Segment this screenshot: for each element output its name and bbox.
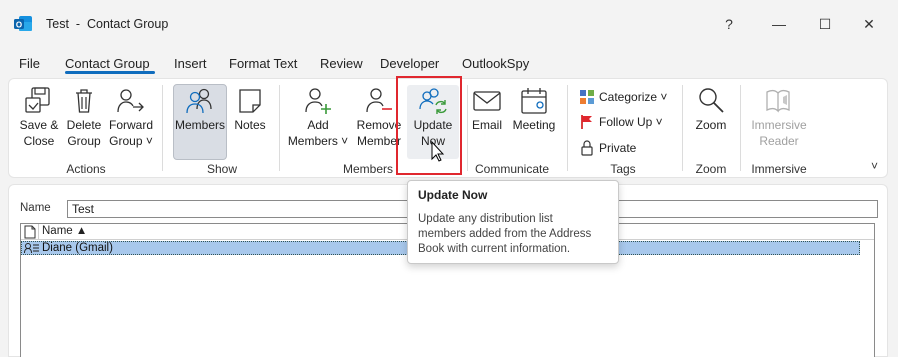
save-close-icon: [25, 87, 50, 113]
tab-format-text[interactable]: Format Text: [229, 56, 297, 71]
member-name: Diane (Gmail): [42, 242, 113, 254]
meeting-button[interactable]: Meeting: [509, 85, 559, 133]
tooltip-line-1: Update any distribution list: [418, 213, 553, 225]
group-label-members: Members: [343, 162, 394, 176]
group-label-show: Show: [206, 162, 238, 176]
name-column-header[interactable]: Name ▲: [42, 225, 87, 237]
immersive-reader-button[interactable]: Immersive Reader: [747, 85, 811, 149]
email-label: Email: [471, 118, 502, 132]
save-close-label-1: Save &: [19, 118, 59, 132]
tab-outlookspy[interactable]: OutlookSpy: [462, 56, 529, 71]
notes-button[interactable]: Notes: [229, 85, 271, 133]
window-title: Test - Contact Group: [46, 17, 169, 31]
email-button[interactable]: Email: [469, 85, 505, 133]
group-label-immersive: Immersive: [751, 162, 807, 176]
members-view-label: Members: [174, 118, 225, 132]
tab-developer[interactable]: Developer: [380, 56, 439, 71]
tab-review[interactable]: Review: [320, 56, 363, 71]
tooltip-line-2: members added from the Address: [418, 228, 592, 240]
notes-icon: [239, 89, 261, 113]
ribbon-separator: [567, 85, 568, 171]
zoom-label: Zoom: [695, 118, 727, 132]
forward-group-label-1: Forward: [108, 118, 153, 132]
follow-up-button[interactable]: Follow Up ˅: [579, 112, 663, 132]
ribbon-separator: [740, 85, 741, 171]
immersive-reader-label-1: Immersive: [751, 118, 807, 132]
maximize-button[interactable]: ☐: [813, 12, 837, 36]
mouse-pointer-icon: [431, 141, 445, 162]
categorize-button[interactable]: Categorize ˅: [579, 87, 667, 107]
active-tab-indicator: [65, 71, 155, 74]
tab-contact-group[interactable]: Contact Group: [65, 56, 150, 71]
flag-icon: [581, 115, 592, 129]
delete-group-label-1: Delete: [66, 118, 102, 132]
close-button[interactable]: ✕: [857, 12, 881, 36]
ribbon-collapse-button[interactable]: ˅: [871, 159, 878, 173]
add-members-label-2: Members ˅: [287, 134, 349, 148]
forward-group-label-2: Group ˅: [109, 134, 153, 148]
save-close-label-2: Close: [23, 134, 55, 148]
column-separator: [38, 224, 39, 240]
minimize-button[interactable]: —: [767, 12, 791, 36]
follow-up-label: Follow Up ˅: [599, 115, 663, 129]
save-close-button[interactable]: Save & Close: [15, 85, 63, 149]
add-members-label-1: Add: [307, 118, 329, 132]
ribbon-separator: [467, 85, 468, 171]
members-view-button[interactable]: Members: [173, 85, 227, 133]
meeting-icon: [521, 88, 547, 114]
forward-group-icon: [117, 89, 144, 113]
document-icon: [24, 225, 36, 239]
tooltip-title: Update Now: [418, 188, 488, 202]
delete-group-button[interactable]: Delete Group: [63, 85, 105, 149]
zoom-button[interactable]: Zoom: [691, 85, 731, 133]
lock-icon: [581, 140, 593, 156]
private-label: Private: [599, 141, 637, 155]
group-label-communicate: Communicate: [475, 162, 550, 176]
immersive-reader-icon: [766, 89, 790, 113]
magnifier-icon: [699, 88, 724, 113]
outlook-app-icon: O: [14, 16, 32, 31]
title-bar: O Test - Contact Group ? — ☐ ✕: [0, 0, 898, 48]
group-label-actions: Actions: [66, 162, 106, 176]
ribbon-tabs: File Contact Group Insert Format Text Re…: [0, 52, 898, 78]
private-button[interactable]: Private: [579, 138, 636, 158]
update-now-tooltip: Update Now Update any distribution list …: [407, 180, 619, 264]
add-members-button[interactable]: Add Members ˅: [287, 85, 349, 149]
name-label: Name: [20, 202, 51, 214]
members-icon: [186, 88, 212, 114]
tooltip-line-3: Book with current information.: [418, 243, 571, 255]
svg-text:O: O: [16, 21, 22, 30]
ribbon-separator: [682, 85, 683, 171]
trash-icon: [76, 89, 92, 113]
contact-card-icon: [24, 243, 39, 254]
immersive-reader-label-2: Reader: [759, 134, 799, 148]
forward-group-button[interactable]: Forward Group ˅: [106, 85, 156, 149]
tooltip-description: Update any distribution list members add…: [418, 212, 608, 257]
tab-file[interactable]: File: [19, 56, 40, 71]
group-label-zoom: Zoom: [695, 162, 727, 176]
remove-member-icon: [366, 88, 392, 113]
notes-label: Notes: [234, 118, 266, 132]
ribbon-separator: [162, 85, 163, 171]
ribbon-separator: [279, 85, 280, 171]
tab-insert[interactable]: Insert: [174, 56, 207, 71]
meeting-label: Meeting: [512, 118, 556, 132]
delete-group-label-2: Group: [67, 134, 101, 148]
email-icon: [473, 91, 501, 111]
categorize-label: Categorize ˅: [599, 90, 668, 104]
update-now-highlight: [396, 76, 462, 175]
categorize-icon: [580, 90, 594, 104]
add-members-icon: [305, 88, 331, 114]
group-label-tags: Tags: [610, 162, 636, 176]
help-button[interactable]: ?: [717, 12, 741, 36]
